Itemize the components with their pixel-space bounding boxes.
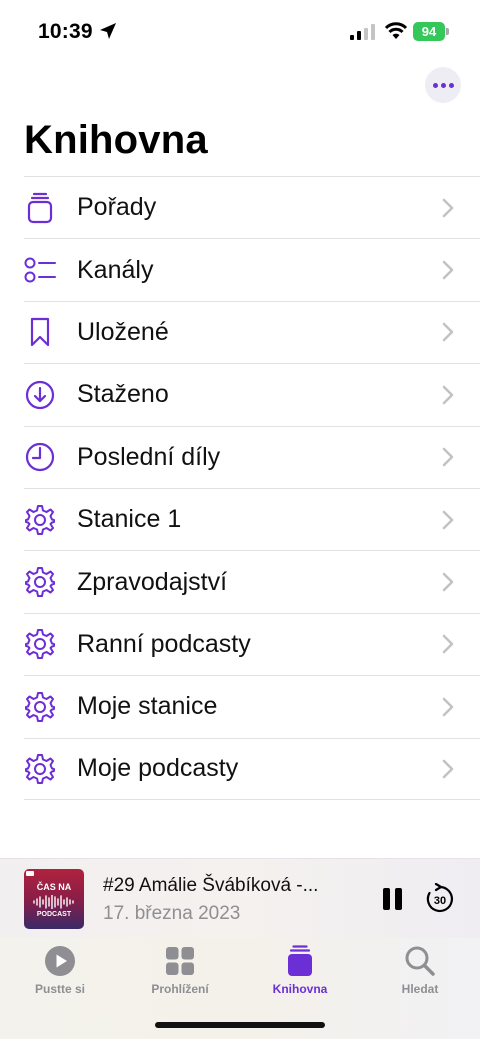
tab-label: Pustte si bbox=[34, 982, 85, 996]
library-item-label: Zpravodajství bbox=[77, 567, 228, 596]
artwork-subtitle: PODCAST bbox=[36, 911, 72, 918]
library-item-label: Poslední díly bbox=[77, 442, 221, 471]
library-item-label: Moje stanice bbox=[77, 692, 218, 721]
tab-label: Hledat bbox=[401, 982, 439, 996]
battery-icon: 94 bbox=[413, 22, 449, 41]
chevron-right-icon bbox=[442, 572, 454, 592]
gear-icon bbox=[24, 753, 56, 785]
chevron-right-icon bbox=[442, 697, 454, 717]
gear-icon bbox=[24, 504, 56, 536]
library-item-latest-episodes[interactable]: Poslední díly bbox=[24, 425, 480, 488]
library-item-morning-podcasts[interactable]: Ranní podcasty bbox=[24, 612, 480, 675]
chevron-right-icon bbox=[442, 385, 454, 405]
shows-icon bbox=[24, 192, 56, 224]
library-item-channels[interactable]: Kanály bbox=[24, 238, 480, 300]
status-bar: 10:39 94 bbox=[0, 0, 480, 62]
skip-forward-label: 30 bbox=[434, 895, 446, 907]
podcast-artwork: ČAS NA PODCAST bbox=[24, 869, 84, 929]
gear-icon bbox=[24, 628, 56, 660]
download-icon bbox=[24, 379, 56, 411]
battery-level: 94 bbox=[413, 22, 445, 41]
library-icon bbox=[288, 945, 312, 976]
library-item-label: Staženo bbox=[77, 380, 169, 409]
chevron-right-icon bbox=[442, 448, 454, 467]
chevron-right-icon bbox=[442, 323, 454, 342]
library-item-label: Pořady bbox=[77, 193, 157, 222]
library-item-label: Kanály bbox=[77, 255, 154, 284]
tab-listen-now[interactable]: Pustte si bbox=[0, 938, 120, 1008]
chevron-right-icon bbox=[442, 759, 454, 778]
library-item-saved[interactable]: Uložené bbox=[24, 300, 480, 363]
grid-icon bbox=[166, 947, 194, 975]
chevron-right-icon bbox=[442, 260, 454, 280]
ellipsis-icon bbox=[432, 82, 438, 88]
library-item-label: Uložené bbox=[77, 317, 169, 346]
library-list: Pořady Kanály Uložené Staženo Poslední d… bbox=[24, 176, 480, 800]
episode-title: #29 Amálie Švábíková -... bbox=[103, 875, 319, 896]
page-title: Knihovna bbox=[24, 118, 208, 162]
library-item-news[interactable]: Zpravodajství bbox=[24, 550, 480, 612]
pause-button[interactable] bbox=[383, 888, 403, 910]
status-time: 10:39 bbox=[38, 20, 93, 43]
channels-icon bbox=[24, 254, 56, 286]
artwork-title: ČAS NA bbox=[36, 882, 72, 892]
chevron-right-icon bbox=[442, 510, 454, 529]
clock-icon bbox=[24, 441, 56, 473]
soundwave-icon bbox=[33, 895, 74, 909]
library-item-label: Ranní podcasty bbox=[77, 629, 251, 658]
tab-library[interactable]: Knihovna bbox=[240, 938, 360, 1008]
episode-date: 17. března 2023 bbox=[103, 903, 241, 924]
gear-icon bbox=[24, 691, 56, 723]
library-item-label: Stanice 1 bbox=[77, 505, 182, 534]
library-item-station-1[interactable]: Stanice 1 bbox=[24, 487, 480, 550]
library-item-shows[interactable]: Pořady bbox=[24, 176, 480, 238]
cellular-signal-icon bbox=[350, 24, 375, 40]
more-button[interactable] bbox=[425, 67, 461, 103]
search-icon bbox=[405, 946, 435, 976]
chevron-right-icon bbox=[442, 635, 454, 654]
mini-player[interactable]: ČAS NA PODCAST #29 Amálie Švábíková -...… bbox=[0, 858, 480, 938]
tab-browse[interactable]: Prohlížení bbox=[120, 938, 240, 1008]
library-item-my-podcasts[interactable]: Moje podcasty bbox=[24, 737, 480, 800]
library-item-label: Moje podcasty bbox=[77, 754, 239, 783]
chevron-right-icon bbox=[442, 198, 454, 217]
tab-label: Knihovna bbox=[272, 982, 328, 996]
library-item-downloaded[interactable]: Staženo bbox=[24, 363, 480, 425]
library-item-my-stations[interactable]: Moje stanice bbox=[24, 675, 480, 737]
play-circle-icon bbox=[45, 946, 75, 976]
bookmark-icon bbox=[24, 316, 56, 348]
tab-label: Prohlížení bbox=[151, 982, 209, 996]
gear-icon bbox=[24, 566, 56, 598]
wifi-icon bbox=[384, 22, 408, 39]
location-arrow-icon bbox=[100, 23, 116, 39]
skip-forward-30-button[interactable]: 30 bbox=[424, 883, 456, 915]
pause-icon bbox=[383, 888, 390, 910]
tab-search[interactable]: Hledat bbox=[360, 938, 480, 1008]
home-indicator[interactable] bbox=[155, 1022, 325, 1028]
